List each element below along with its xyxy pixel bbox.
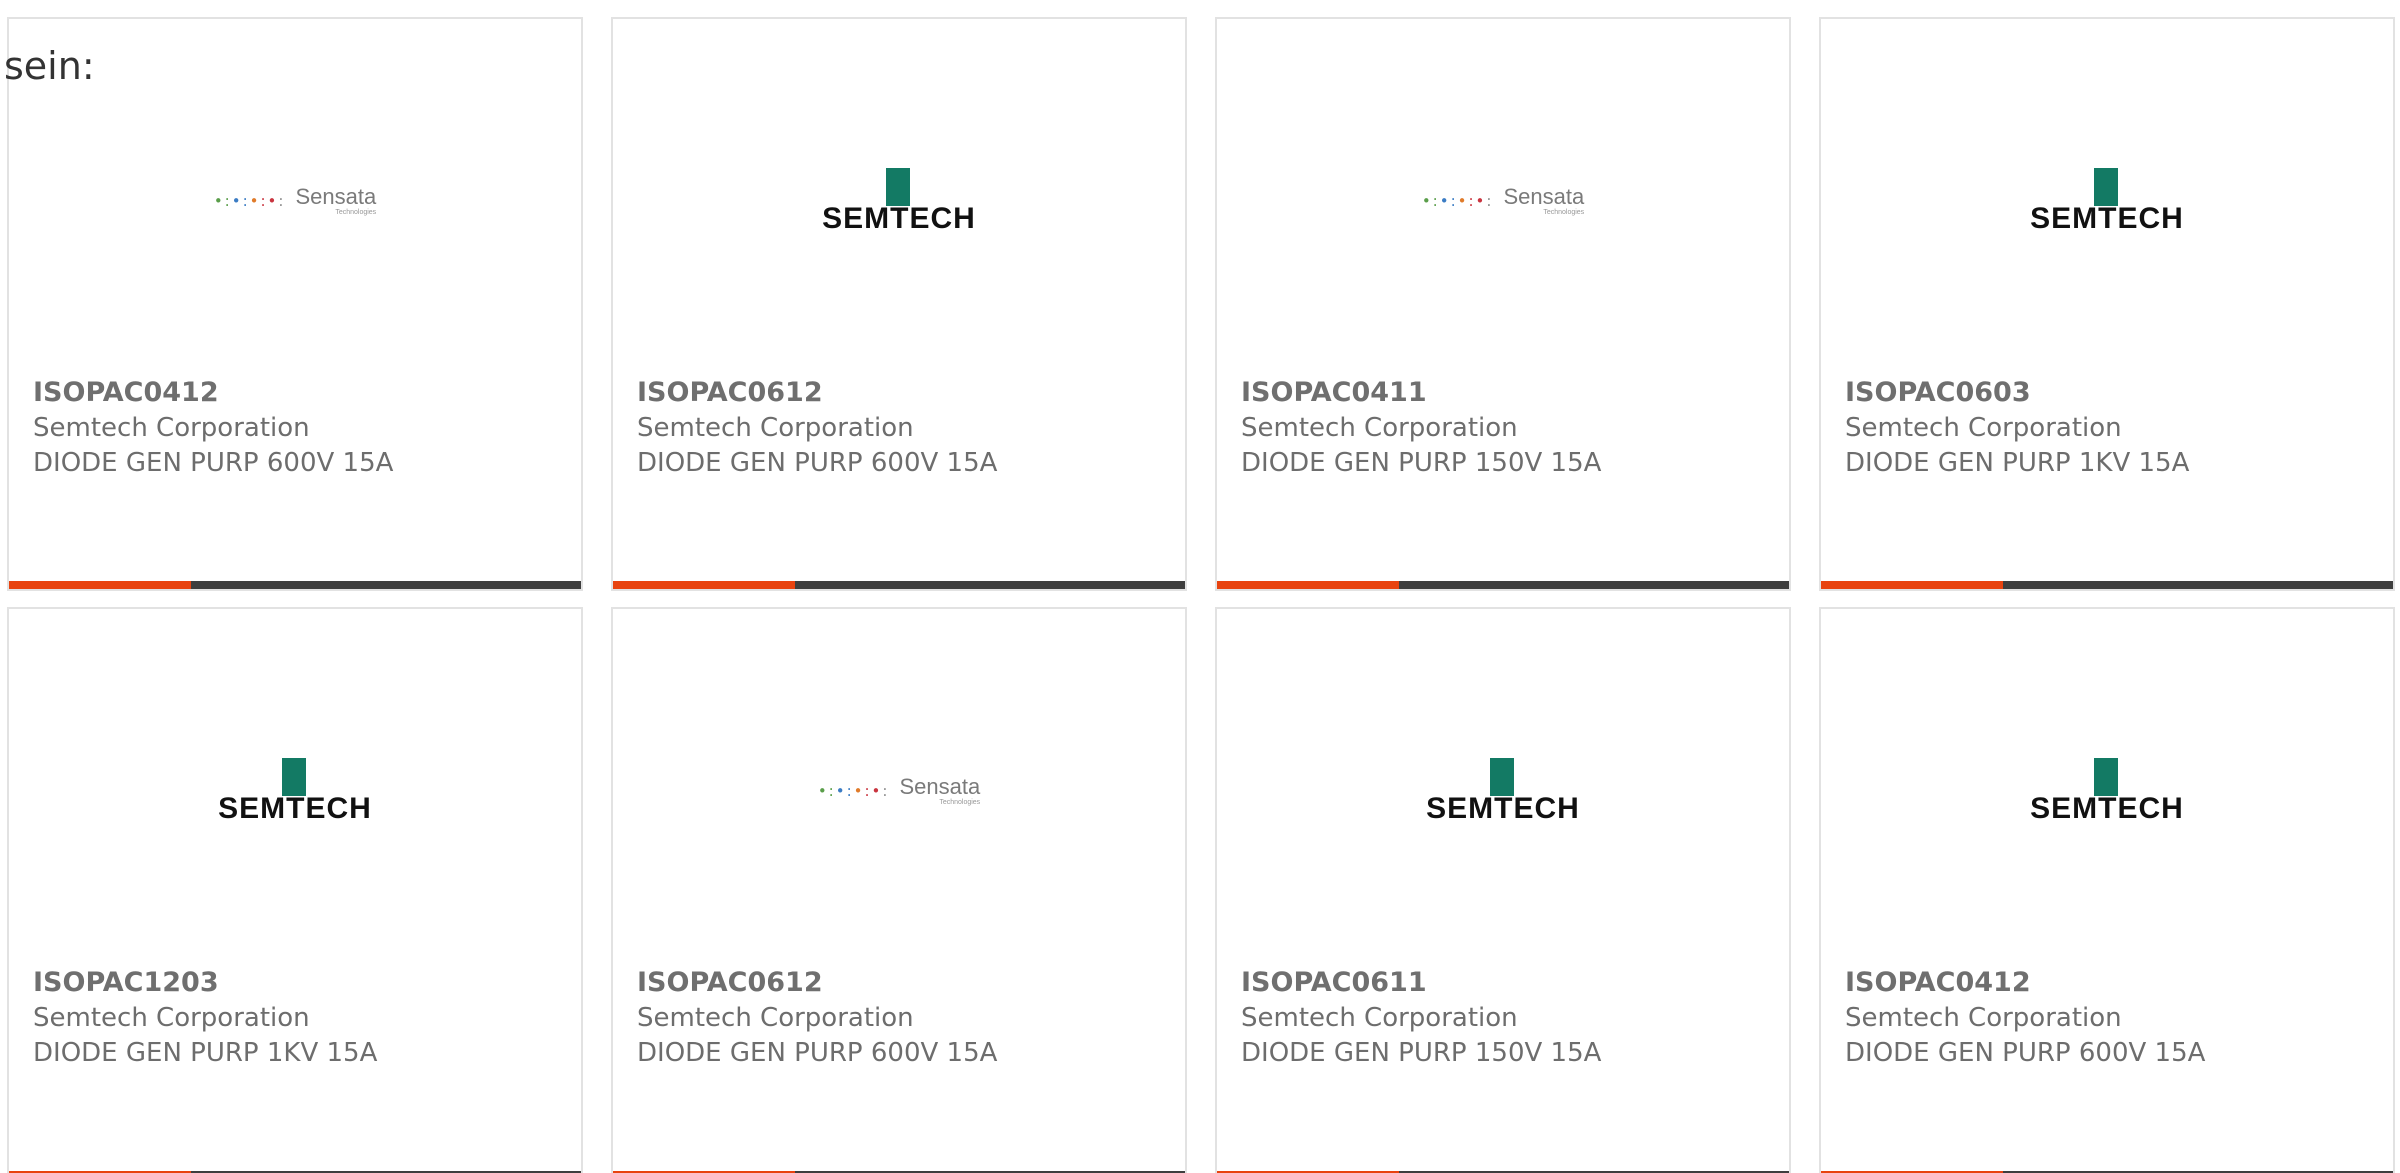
manufacturer-logo: SEMTECH bbox=[1821, 151, 2393, 251]
manufacturer-name: Semtech Corporation bbox=[1241, 413, 1518, 443]
part-description: DIODE GEN PURP 150V 15A bbox=[1241, 1038, 1602, 1068]
product-card[interactable]: SEMTECH ISOPAC0612 Semtech Corporation D… bbox=[611, 17, 1187, 591]
part-description: DIODE GEN PURP 1KV 15A bbox=[1845, 448, 2190, 478]
part-description: DIODE GEN PURP 600V 15A bbox=[637, 1038, 998, 1068]
manufacturer-name: Semtech Corporation bbox=[637, 1003, 914, 1033]
manufacturer-logo: •:•:•:•: Sensata Technologies bbox=[1217, 151, 1789, 251]
manufacturer-name: Semtech Corporation bbox=[1845, 1003, 2122, 1033]
manufacturer-name: Semtech Corporation bbox=[637, 413, 914, 443]
product-card[interactable]: SEMTECH ISOPAC0611 Semtech Corporation D… bbox=[1215, 607, 1791, 1173]
manufacturer-logo: SEMTECH bbox=[1217, 741, 1789, 841]
product-card[interactable]: •:•:•:•: Sensata Technologies ISOPAC0412… bbox=[7, 17, 583, 591]
manufacturer-name: Semtech Corporation bbox=[1241, 1003, 1518, 1033]
manufacturer-logo: •:•:•:•: Sensata Technologies bbox=[613, 741, 1185, 841]
manufacturer-logo: SEMTECH bbox=[613, 151, 1185, 251]
card-footer-bar bbox=[1217, 581, 1789, 589]
card-footer-bar bbox=[1821, 581, 2393, 589]
product-grid-page: sein: •:•:•:•: Sensata Technologies ISOP… bbox=[0, 0, 2400, 1173]
part-number[interactable]: ISOPAC0612 bbox=[637, 375, 1165, 411]
product-card[interactable]: •:•:•:•: Sensata Technologies ISOPAC0411… bbox=[1215, 17, 1791, 591]
manufacturer-name: Semtech Corporation bbox=[1845, 413, 2122, 443]
part-number[interactable]: ISOPAC0411 bbox=[1241, 375, 1769, 411]
manufacturer-logo: SEMTECH bbox=[9, 741, 581, 841]
part-number[interactable]: ISOPAC0412 bbox=[1845, 965, 2373, 1001]
part-description: DIODE GEN PURP 600V 15A bbox=[33, 448, 394, 478]
sensata-logo-icon: •:•:•:•: Sensata Technologies bbox=[817, 774, 981, 807]
semtech-logo-icon: SEMTECH bbox=[2002, 168, 2212, 234]
part-number[interactable]: ISOPAC1203 bbox=[33, 965, 561, 1001]
part-description: DIODE GEN PURP 600V 15A bbox=[637, 448, 998, 478]
product-card[interactable]: SEMTECH ISOPAC0603 Semtech Corporation D… bbox=[1819, 17, 2395, 591]
part-number[interactable]: ISOPAC0603 bbox=[1845, 375, 2373, 411]
part-description: DIODE GEN PURP 1KV 15A bbox=[33, 1038, 378, 1068]
part-number[interactable]: ISOPAC0611 bbox=[1241, 965, 1769, 1001]
sensata-logo-icon: •:•:•:•: Sensata Technologies bbox=[213, 184, 377, 217]
card-footer-bar bbox=[613, 581, 1185, 589]
part-description: DIODE GEN PURP 150V 15A bbox=[1241, 448, 1602, 478]
semtech-logo-icon: SEMTECH bbox=[794, 168, 1004, 234]
product-card[interactable]: •:•:•:•: Sensata Technologies ISOPAC0612… bbox=[611, 607, 1187, 1173]
manufacturer-logo: SEMTECH bbox=[1821, 741, 2393, 841]
product-card[interactable]: SEMTECH ISOPAC1203 Semtech Corporation D… bbox=[7, 607, 583, 1173]
semtech-logo-icon: SEMTECH bbox=[190, 758, 400, 824]
manufacturer-logo: •:•:•:•: Sensata Technologies bbox=[9, 151, 581, 251]
manufacturer-name: Semtech Corporation bbox=[33, 1003, 310, 1033]
product-card[interactable]: SEMTECH ISOPAC0412 Semtech Corporation D… bbox=[1819, 607, 2395, 1173]
part-number[interactable]: ISOPAC0412 bbox=[33, 375, 561, 411]
card-footer-bar bbox=[9, 581, 581, 589]
sensata-logo-icon: •:•:•:•: Sensata Technologies bbox=[1421, 184, 1585, 217]
part-number[interactable]: ISOPAC0612 bbox=[637, 965, 1165, 1001]
manufacturer-name: Semtech Corporation bbox=[33, 413, 310, 443]
semtech-logo-icon: SEMTECH bbox=[1398, 758, 1608, 824]
part-description: DIODE GEN PURP 600V 15A bbox=[1845, 1038, 2206, 1068]
semtech-logo-icon: SEMTECH bbox=[2002, 758, 2212, 824]
intro-text: sein: bbox=[4, 44, 95, 88]
